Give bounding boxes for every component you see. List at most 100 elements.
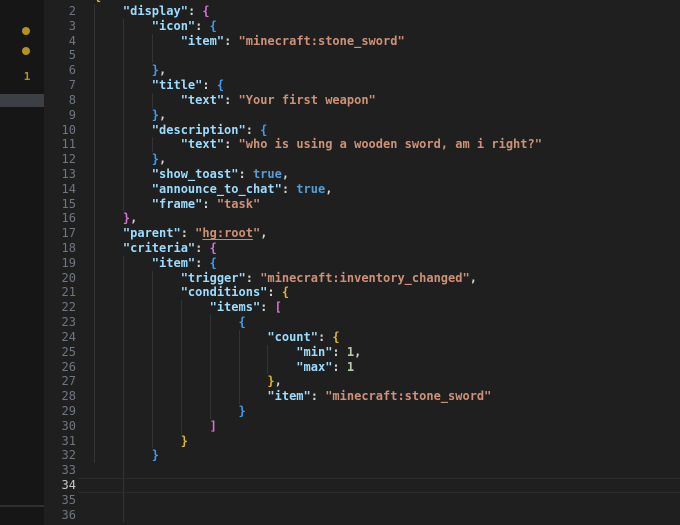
code-line[interactable]: 4 "item": "minecraft:stone_sword" [44,33,680,49]
code-line[interactable]: 29 } [44,403,680,419]
line-number[interactable]: 16 [44,211,78,226]
code-line[interactable]: 13 "show_toast": true, [44,166,680,182]
code-line[interactable]: 27 }, [44,374,680,390]
code-line[interactable]: 21 "conditions": { [44,285,680,301]
code-line-content[interactable]: "conditions": { [78,285,680,301]
code-line-content[interactable]: "text": "who is using a wooden sword, am… [78,137,680,153]
line-number[interactable]: 31 [44,434,78,449]
code-editor[interactable]: 1 {2 "display": {3 "icon": {4 "item": "mi… [44,0,680,525]
code-line-content[interactable]: } [78,448,680,464]
code-line-content[interactable]: "criteria": { [78,241,680,256]
line-number[interactable]: 34 [44,478,78,493]
code-line-content[interactable]: "text": "Your first weapon" [78,92,680,108]
code-line-content[interactable]: } [78,433,680,449]
line-number[interactable]: 28 [44,389,78,404]
line-number[interactable]: 17 [44,226,78,241]
code-line[interactable]: 34 [44,478,680,493]
line-number[interactable]: 11 [44,137,78,152]
code-line-content[interactable]: "frame": "task" [78,196,680,212]
code-line[interactable]: 36 [44,507,680,523]
line-number[interactable]: 25 [44,345,78,360]
line-number[interactable]: 12 [44,152,78,167]
code-line[interactable]: 7 "title": { [44,78,680,93]
code-line-content[interactable]: } [78,403,680,419]
sidebar-selected-item[interactable] [0,94,44,107]
code-line-content[interactable]: "title": { [78,78,680,93]
code-line-content[interactable]: "description": { [78,122,680,138]
code-line-content[interactable]: }, [78,374,680,390]
line-number[interactable]: 5 [44,48,78,63]
code-line-content[interactable] [78,492,680,508]
code-line[interactable]: 23 { [44,315,680,330]
code-line[interactable]: 31 } [44,433,680,449]
code-line-content[interactable]: }, [78,152,680,167]
code-line-content[interactable]: "item": { [78,255,680,271]
code-line-content[interactable]: "item": "minecraft:stone_sword" [78,389,680,404]
code-line-content[interactable] [78,507,680,523]
code-line[interactable]: 14 "announce_to_chat": true, [44,181,680,197]
code-line-content[interactable]: "icon": { [78,18,680,34]
line-number[interactable]: 13 [44,167,78,182]
line-number[interactable]: 26 [44,360,78,375]
code-line[interactable]: 8 "text": "Your first weapon" [44,92,680,108]
code-line[interactable]: 9 }, [44,107,680,123]
code-line-content[interactable]: }, [78,107,680,123]
code-line[interactable]: 16 }, [44,211,680,227]
code-line[interactable]: 19 "item": { [44,255,680,271]
code-line-content[interactable]: "display": { [78,4,680,19]
code-line-content[interactable]: }, [78,211,680,227]
code-line[interactable]: 33 [44,463,680,479]
code-line-content[interactable]: "item": "minecraft:stone_sword" [78,33,680,49]
code-line[interactable]: 18 "criteria": { [44,241,680,256]
line-number[interactable]: 29 [44,404,78,419]
line-number[interactable]: 9 [44,108,78,123]
code-line-content[interactable] [78,463,680,479]
line-number[interactable]: 21 [44,285,78,300]
line-number[interactable]: 23 [44,315,78,330]
line-number[interactable]: 2 [44,4,78,19]
line-number[interactable]: 22 [44,300,78,315]
code-line[interactable]: 2 "display": { [44,4,680,19]
line-number[interactable]: 6 [44,63,78,78]
line-number[interactable]: 33 [44,463,78,478]
code-line[interactable]: 35 [44,492,680,508]
line-number[interactable]: 20 [44,271,78,286]
code-line-content[interactable]: }, [78,63,680,79]
line-number[interactable]: 32 [44,448,78,463]
code-line[interactable]: 22 "items": [ [44,300,680,316]
code-line[interactable]: 5 [44,48,680,64]
line-number[interactable]: 30 [44,419,78,434]
code-line[interactable]: 28 "item": "minecraft:stone_sword" [44,389,680,404]
code-line[interactable]: 11 "text": "who is using a wooden sword,… [44,137,680,153]
line-number[interactable]: 36 [44,508,78,523]
line-number[interactable]: 35 [44,493,78,508]
code-line[interactable]: 25 "min": 1, [44,344,680,360]
line-number[interactable]: 14 [44,182,78,197]
line-number[interactable]: 7 [44,78,78,93]
line-number[interactable]: 4 [44,34,78,49]
code-line[interactable]: 6 }, [44,63,680,79]
line-number[interactable]: 18 [44,241,78,256]
code-line[interactable]: 17 "parent": "hg:root", [44,226,680,242]
code-line-content[interactable]: "count": { [78,329,680,345]
code-line[interactable]: 26 "max": 1 [44,359,680,375]
code-line[interactable]: 20 "trigger": "minecraft:inventory_chang… [44,270,680,286]
code-line-content[interactable]: "show_toast": true, [78,166,680,182]
code-line[interactable]: 10 "description": { [44,122,680,138]
line-number[interactable]: 24 [44,330,78,345]
code-line-content[interactable]: "items": [ [78,300,680,316]
code-line[interactable]: 24 "count": { [44,329,680,345]
code-line[interactable]: 32 } [44,448,680,464]
line-number[interactable]: 15 [44,197,78,212]
line-number[interactable]: 27 [44,374,78,389]
code-line[interactable]: 15 "frame": "task" [44,196,680,212]
code-line-content[interactable]: ] [78,418,680,434]
code-line-content[interactable]: "announce_to_chat": true, [78,181,680,197]
code-line[interactable]: 30 ] [44,418,680,434]
code-line-content[interactable]: "trigger": "minecraft:inventory_changed"… [78,270,680,286]
code-line-content[interactable] [78,48,680,64]
code-line-content[interactable]: "max": 1 [78,359,680,375]
code-line-content[interactable]: { [78,315,680,330]
code-line[interactable]: 3 "icon": { [44,18,680,34]
code-line-content[interactable]: "min": 1, [78,344,680,360]
